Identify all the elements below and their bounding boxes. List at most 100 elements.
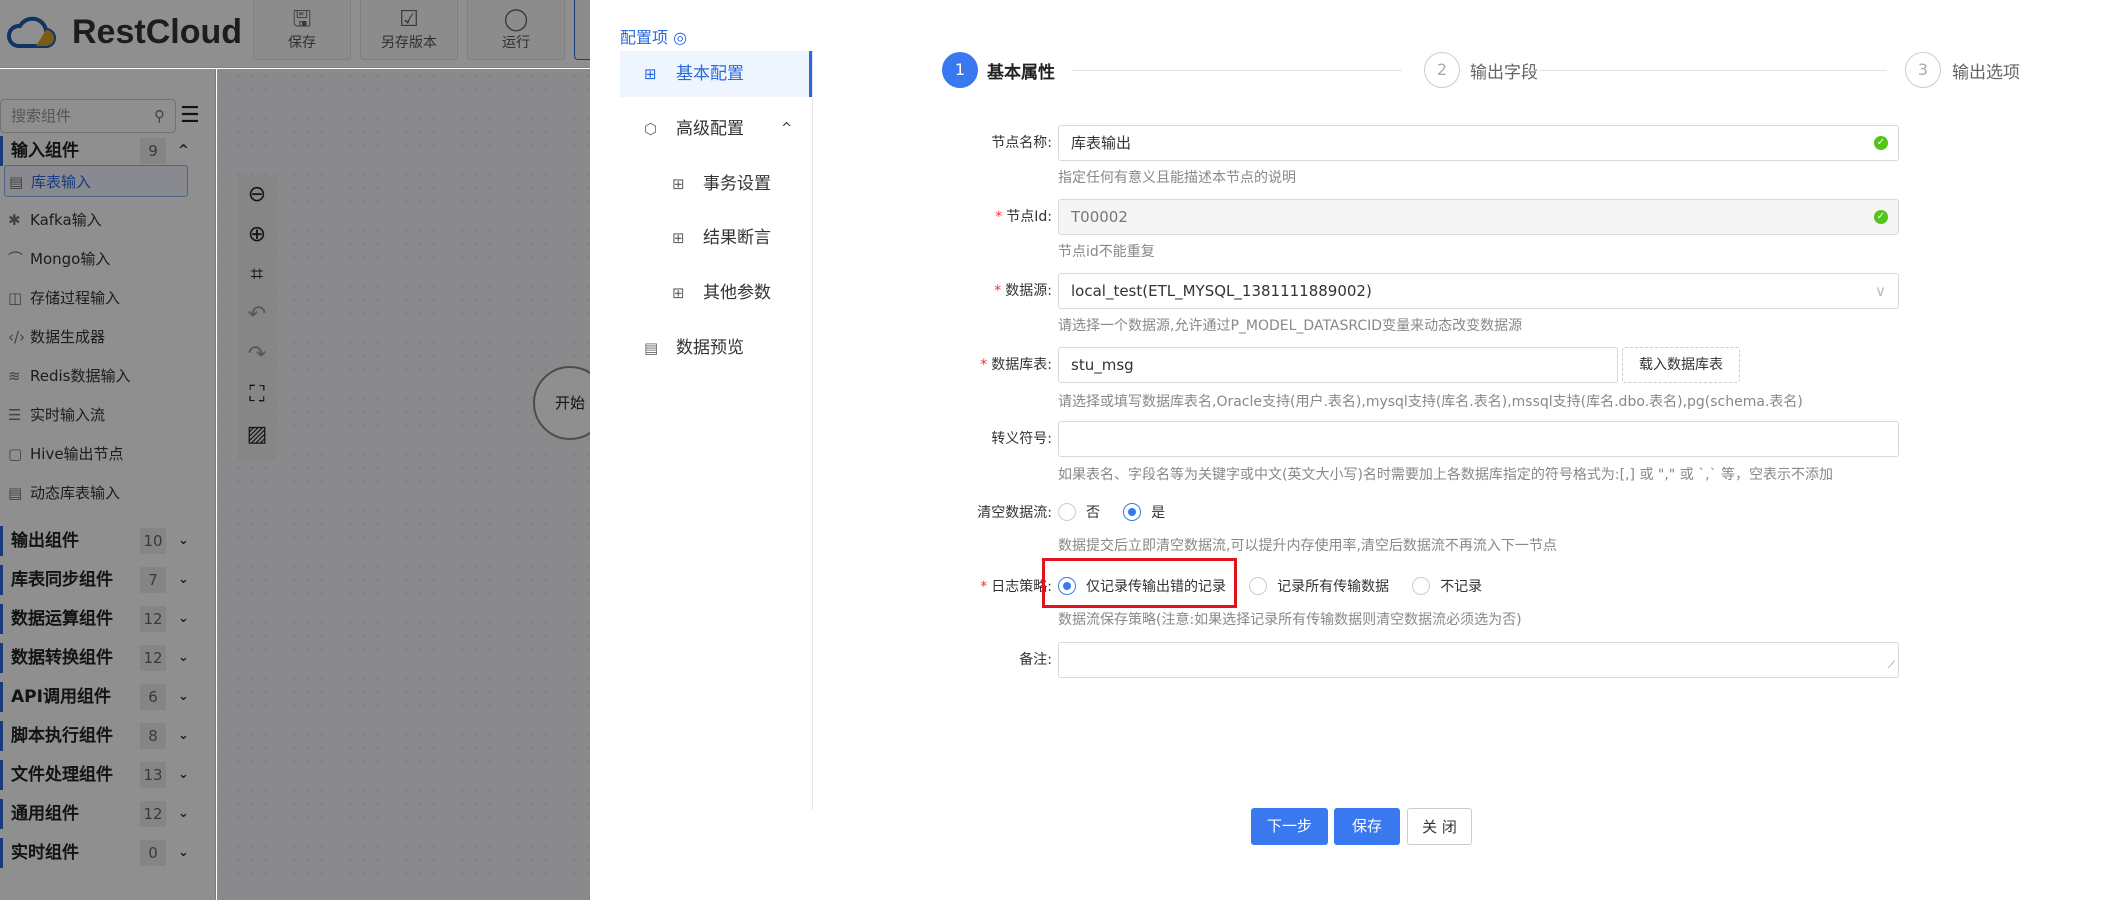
node-config-panel: 配置项 ◎ ⊞ 基本配置 ⬡ 高级配置 ^ ⊞ 事务设置 ⊞ 结果断言 ⊞ 其他参数 ▤ 数据… [590,0,2109,900]
component-item[interactable]: ≋ Redis数据输入 [4,360,188,392]
step-2-label[interactable]: 输出字段 [1470,58,1538,83]
component-group[interactable]: 实时组件 0 ⌄ [0,838,200,868]
grid-icon: ⊞ [672,284,685,302]
grid-icon: ⊞ [672,175,685,193]
component-group[interactable]: 通用组件 12 ⌄ [0,799,200,829]
node-id-input[interactable]: T00002 ✓ [1058,199,1899,235]
table-input[interactable]: stu_msg [1058,347,1618,383]
chevron-down-icon: ⌄ [178,689,189,704]
component-icon: ▤ [9,173,24,191]
grid-icon: ⊞ [672,229,685,247]
component-group[interactable]: 脚本执行组件 8 ⌄ [0,721,200,751]
chevron-down-icon: ⌄ [178,611,189,626]
component-group[interactable]: 输入组件 9 ^ [0,136,200,166]
component-item[interactable]: ▢ Hive输出节点 [4,438,188,470]
component-item[interactable]: ⌒ Mongo输入 [4,243,188,275]
datasource-select[interactable]: local_test(ETL_MYSQL_1381111889002) ∨ [1058,273,1899,309]
undo-icon[interactable]: ↶ [237,295,277,335]
valid-check-icon: ✓ [1874,210,1888,224]
group-count-badge: 9 [140,138,166,164]
save-button[interactable]: 保存 [1334,808,1400,845]
run-button[interactable]: ◯ 运行 [467,0,565,60]
nav-transaction-settings[interactable]: ⊞ 事务设置 [620,161,812,207]
radio-log-all[interactable]: 记录所有传输数据 [1249,576,1389,596]
component-group[interactable]: 数据转换组件 12 ⌄ [0,643,200,673]
nav-basic-config[interactable]: ⊞ 基本配置 [620,51,812,97]
component-group[interactable]: 文件处理组件 13 ⌄ [0,760,200,790]
radio-yes[interactable]: 是 [1123,502,1165,522]
group-count-badge: 10 [140,528,166,554]
group-count-badge: 7 [140,567,166,593]
component-icon: ▤ [8,484,23,502]
settings-icon: ◎ [673,28,688,47]
node-id-help: 节点id不能重复 [1058,244,1155,260]
component-item[interactable]: ☰ 实时输入流 [4,399,188,431]
component-group[interactable]: 数据运算组件 12 ⌄ [0,604,200,634]
component-item[interactable]: ‹/› 数据生成器 [4,321,188,353]
toolbar-button-partial[interactable] [574,0,590,60]
radio-no[interactable]: 否 [1058,502,1100,522]
load-tables-button[interactable]: 载入数据库表 [1622,347,1740,383]
fit-view-icon[interactable]: ⌗ [237,255,277,295]
step-3-circle[interactable]: 3 [1905,52,1941,88]
grid-icon: ⊞ [644,65,657,83]
radio-circle [1249,577,1268,595]
clear-stream-radio-group: 否 是 [1058,502,1183,525]
resize-handle-icon[interactable]: ⟋ [1888,649,1895,683]
chevron-down-icon: ∨ [1875,282,1886,300]
step-1-label[interactable]: 基本属性 [987,58,1055,83]
etl-designer-dimmed: RestCloud 🖫 保存 ☑ 另存版本 ◯ 运行 搜索组件 ⚲ ☰ 输入组件 9 ^ ▤ 库… [0,0,590,900]
step-3-label[interactable]: 输出选项 [1952,58,2020,83]
node-id-label: * 节点Id: [995,209,1052,225]
chevron-down-icon: ⌄ [178,845,189,860]
escape-input[interactable] [1058,421,1899,457]
valid-check-icon: ✓ [1874,136,1888,150]
escape-help: 如果表名、字段名等为关键字或中文(英文大小写)名时需要加上各数据库指定的符号格式… [1058,467,1834,483]
list-view-icon[interactable]: ☰ [180,103,200,128]
component-icon: ‹/› [8,328,26,346]
chevron-up-icon: ^ [178,143,189,158]
component-item[interactable]: ✱ Kafka输入 [4,204,188,236]
save-version-button[interactable]: ☑ 另存版本 [360,0,458,60]
component-item[interactable]: ▤ 动态库表输入 [4,477,188,509]
cube-icon: ⬡ [644,120,658,138]
group-count-badge: 12 [140,801,166,827]
remark-textarea[interactable]: ⟋ [1058,642,1899,678]
redo-icon[interactable]: ↷ [237,335,277,375]
component-group[interactable]: 输出组件 10 ⌄ [0,526,200,556]
chevron-down-icon: ⌄ [178,533,189,548]
radio-no-log[interactable]: 不记录 [1412,576,1482,596]
search-icon: ⚲ [154,107,165,125]
chevron-down-icon: ⌄ [178,650,189,665]
node-name-label: 节点名称: [991,135,1052,151]
config-title: 配置项 ◎ [620,28,688,47]
close-button[interactable]: 关 闭 [1407,808,1472,845]
component-item[interactable]: ◫ 存储过程输入 [4,282,188,314]
step-2-circle[interactable]: 2 [1424,52,1460,88]
group-count-badge: 13 [140,762,166,788]
group-count-badge: 12 [140,645,166,671]
save-toolbar-button[interactable]: 🖫 保存 [253,0,351,60]
zoom-in-icon[interactable]: ⊕ [237,215,277,255]
component-group[interactable]: 库表同步组件 7 ⌄ [0,565,200,595]
component-icon: ◫ [8,289,23,307]
radio-circle [1058,577,1076,595]
component-icon: ☰ [8,406,22,424]
next-step-button[interactable]: 下一步 [1251,808,1328,845]
grid-toggle-icon[interactable]: ▨ [237,415,277,455]
zoom-out-icon[interactable]: ⊖ [237,175,277,215]
component-item[interactable]: ▤ 库表输入 [4,165,188,197]
radio-circle [1412,577,1431,595]
datasource-help: 请选择一个数据源,允许通过P_MODEL_DATASRCID变量来动态改变数据源 [1058,318,1523,334]
radio-log-errors-only[interactable]: 仅记录传输出错的记录 [1058,576,1226,596]
component-group[interactable]: API调用组件 6 ⌄ [0,682,200,712]
node-name-input[interactable]: 库表输出 ✓ [1058,125,1899,161]
step-1-circle[interactable]: 1 [942,52,978,88]
chevron-down-icon: ⌄ [178,572,189,587]
fullscreen-icon[interactable]: ⛶ [237,375,277,415]
component-icon: ≋ [8,367,21,385]
search-input[interactable]: 搜索组件 ⚲ [0,99,176,133]
header: RestCloud 🖫 保存 ☑ 另存版本 ◯ 运行 [0,0,590,68]
table-label: * 数据库表: [980,357,1052,373]
escape-label: 转义符号: [991,431,1052,447]
